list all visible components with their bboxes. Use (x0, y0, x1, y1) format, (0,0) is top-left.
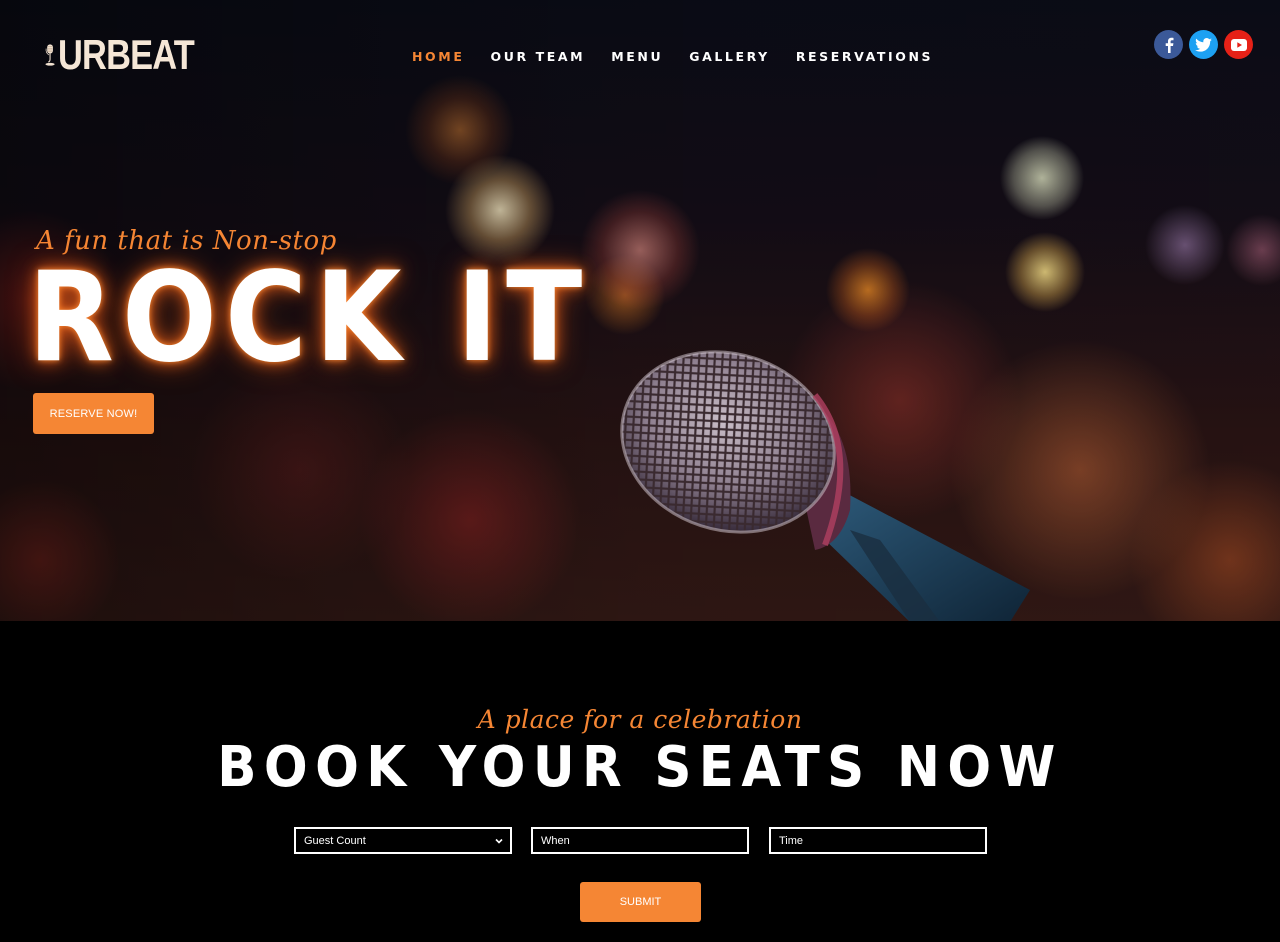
booking-tagline: A place for a celebration (477, 705, 803, 734)
twitter-button[interactable] (1189, 30, 1218, 59)
when-placeholder: When (541, 834, 570, 847)
twitter-icon (1195, 37, 1212, 52)
nav-item-reservations[interactable]: RESERVATIONS (796, 49, 933, 64)
youtube-button[interactable] (1224, 30, 1253, 59)
nav-item-gallery[interactable]: GALLERY (689, 49, 770, 64)
chevron-down-icon (495, 838, 503, 844)
brand-logo[interactable]: URBEAT (44, 22, 224, 88)
when-field[interactable]: When (531, 827, 749, 854)
hero-title: ROCK IT (28, 246, 591, 390)
booking-title: BOOK YOUR SEATS NOW (217, 735, 1063, 800)
youtube-icon (1230, 38, 1247, 51)
microphone-logo-icon (45, 44, 55, 66)
main-nav: HOME OUR TEAM MENU GALLERY RESERVATIONS (412, 49, 959, 64)
guest-count-value: Guest Count (304, 834, 366, 847)
nav-item-our-team[interactable]: OUR TEAM (490, 49, 585, 64)
time-field[interactable]: Time (769, 827, 987, 854)
microphone-image (620, 350, 1030, 621)
facebook-button[interactable] (1154, 30, 1183, 59)
social-links (1154, 30, 1253, 59)
brand-name: URBEAT (58, 31, 195, 78)
submit-button[interactable]: SUBMIT (580, 882, 701, 922)
booking-section: A place for a celebration BOOK YOUR SEAT… (0, 621, 1280, 942)
time-placeholder: Time (779, 834, 804, 847)
nav-item-home[interactable]: HOME (412, 49, 464, 64)
reserve-now-button[interactable]: RESERVE NOW! (33, 393, 154, 434)
nav-item-menu[interactable]: MENU (611, 49, 663, 64)
hero-section: URBEAT HOME OUR TEAM MENU GALLERY RESERV… (0, 0, 1280, 621)
guest-count-select[interactable]: Guest Count (294, 827, 512, 854)
facebook-icon (1165, 37, 1173, 53)
